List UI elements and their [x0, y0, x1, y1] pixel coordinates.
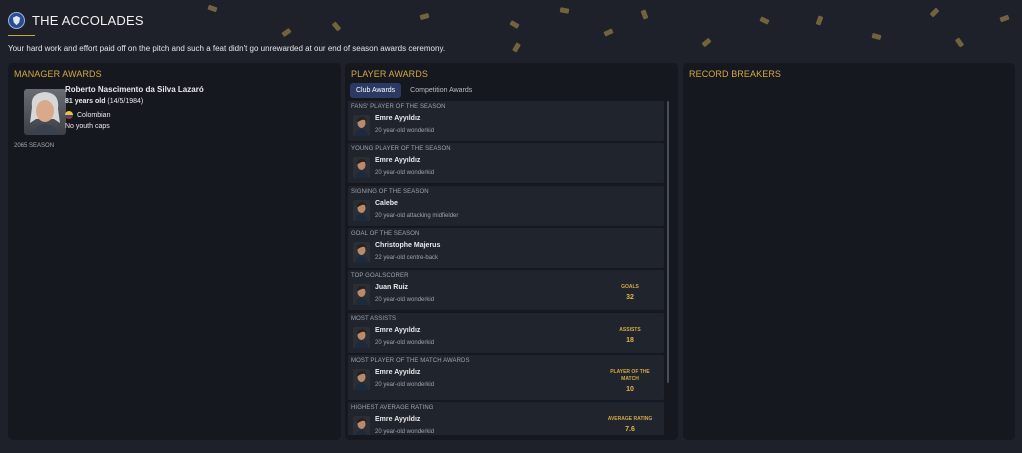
- colombia-flag-icon: [65, 111, 73, 119]
- player-avatar: [353, 199, 370, 221]
- award-card[interactable]: GOAL OF THE SEASON Christophe Majerus 22 y…: [348, 228, 664, 269]
- club-crest-icon: [8, 12, 25, 29]
- stat-label: ASSISTS: [619, 326, 641, 333]
- player-avatar: [353, 326, 370, 348]
- award-card[interactable]: MOST PLAYER OF THE MATCH AWARDS Emre Ayyı…: [348, 355, 664, 401]
- award-category: FANS' PLAYER OF THE SEASON: [351, 104, 446, 110]
- manager-youth-caps: No youth caps: [65, 123, 110, 130]
- manager-nationality-label: Colombian: [77, 111, 111, 119]
- player-name[interactable]: Christophe Majerus: [375, 242, 440, 249]
- title-underline: [8, 35, 35, 36]
- record-breakers-panel: RECORD BREAKERS: [683, 63, 1015, 440]
- player-name[interactable]: Emre Ayyıldız: [375, 157, 420, 164]
- player-description: 22 year-old centre-back: [375, 255, 439, 262]
- player-name[interactable]: Emre Ayyıldız: [375, 327, 420, 334]
- player-description: 20 year-old wonderkid: [375, 170, 435, 177]
- page-header: THE ACCOLADES: [8, 12, 144, 29]
- award-card[interactable]: FANS' PLAYER OF THE SEASON Emre Ayyıldız 2…: [348, 101, 664, 141]
- page-subtitle: Your hard work and effort paid off on th…: [8, 44, 446, 53]
- player-description: 20 year-old attacking midfielder: [375, 212, 459, 219]
- player-avatar: [353, 115, 370, 136]
- stat-value: 32: [626, 294, 634, 302]
- player-description: 20 year-old wonderkid: [375, 382, 435, 389]
- stat-value: 10: [626, 386, 634, 394]
- player-avatar: [353, 369, 370, 391]
- player-awards-title: PLAYER AWARDS: [351, 69, 428, 79]
- award-list-scrollbar[interactable]: [667, 101, 669, 383]
- stat-value: 18: [626, 336, 634, 344]
- award-card[interactable]: TOP GOALSCORER Juan Ruiz 20 year-old wonde…: [348, 270, 664, 311]
- tab-competition-awards[interactable]: Competition Awards: [404, 83, 478, 98]
- manager-age-years: 81 years old: [65, 98, 106, 105]
- award-list: FANS' PLAYER OF THE SEASON Emre Ayyıldız 2…: [348, 101, 664, 435]
- player-description: 20 year-old wonderkid: [375, 128, 435, 134]
- player-avatar: [353, 242, 370, 264]
- stat-value: 7.6: [625, 426, 635, 434]
- award-stat: PLAYER OF THE MATCH 10: [602, 369, 658, 393]
- manager-season-label: 2065 SEASON: [14, 143, 55, 149]
- manager-dob: (14/5/1984): [107, 98, 144, 105]
- award-category: SIGNING OF THE SEASON: [351, 188, 429, 195]
- award-category: YOUNG PLAYER OF THE SEASON: [351, 146, 451, 153]
- manager-nationality: Colombian: [65, 111, 110, 119]
- stat-label: PLAYER OF THE MATCH: [610, 369, 650, 383]
- award-category: MOST PLAYER OF THE MATCH AWARDS: [351, 358, 470, 365]
- award-stat: AVERAGE RATING 7.6: [602, 416, 658, 433]
- manager-name[interactable]: Roberto Nascimento da Silva Lazaró: [65, 85, 204, 94]
- manager-awards-title: MANAGER AWARDS: [14, 69, 102, 79]
- player-avatar: [353, 416, 370, 435]
- player-avatar: [353, 157, 370, 179]
- award-card[interactable]: SIGNING OF THE SEASON Calebe 20 year-old a…: [348, 185, 664, 226]
- award-card[interactable]: HIGHEST AVERAGE RATING Emre Ayyıldız 20 ye…: [348, 402, 664, 435]
- player-description: 20 year-old wonderkid: [375, 297, 435, 304]
- tab-club-awards[interactable]: Club Awards: [350, 83, 402, 98]
- award-category: TOP GOALSCORER: [351, 273, 409, 280]
- player-awards-panel: PLAYER AWARDS Club Awards Competition Aw…: [345, 63, 678, 440]
- manager-photo: [24, 89, 66, 135]
- award-card[interactable]: MOST ASSISTS Emre Ayyıldız 20 year-old won…: [348, 312, 664, 353]
- award-category: HIGHEST AVERAGE RATING: [351, 405, 434, 412]
- player-description: 20 year-old wonderkid: [375, 429, 435, 435]
- player-name[interactable]: Emre Ayyıldız: [375, 416, 420, 423]
- record-breakers-title: RECORD BREAKERS: [689, 69, 782, 79]
- player-avatar: [353, 284, 370, 306]
- player-name[interactable]: Emre Ayyıldız: [375, 115, 420, 122]
- award-category: MOST ASSISTS: [351, 315, 397, 322]
- award-stat: ASSISTS 18: [602, 327, 658, 344]
- award-tabs: Club Awards Competition Awards: [350, 83, 478, 98]
- manager-awards-panel: MANAGER AWARDS Roberto Nascimento da Sil…: [8, 63, 341, 440]
- page-title: THE ACCOLADES: [32, 13, 144, 28]
- manager-age: 81 years old (14/5/1984): [65, 98, 143, 105]
- player-name[interactable]: Emre Ayyıldız: [375, 369, 420, 376]
- player-description: 20 year-old wonderkid: [375, 339, 435, 346]
- player-name[interactable]: Juan Ruiz: [375, 284, 408, 291]
- stat-label: GOALS: [621, 284, 639, 291]
- player-name[interactable]: Calebe: [375, 200, 398, 207]
- award-stat: GOALS 32: [602, 284, 658, 301]
- stat-label: AVERAGE RATING: [607, 416, 653, 423]
- award-card[interactable]: YOUNG PLAYER OF THE SEASON Emre Ayyıldız 2…: [348, 143, 664, 184]
- award-category: GOAL OF THE SEASON: [351, 231, 420, 238]
